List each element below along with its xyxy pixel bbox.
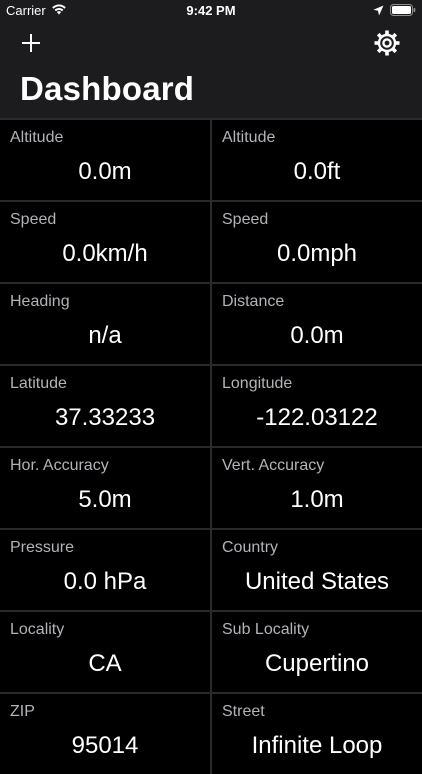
- tile-value: 0.0 hPa: [63, 568, 147, 595]
- status-right: [373, 4, 416, 19]
- tile-zip[interactable]: ZIP 95014: [0, 694, 210, 774]
- tile-label: Distance: [222, 293, 285, 310]
- tile-label: Street: [222, 703, 265, 720]
- tile-value: 0.0mph: [276, 240, 358, 267]
- tile-value: Infinite Loop: [251, 732, 383, 759]
- tile-label: Heading: [10, 293, 70, 310]
- tile-speed-mph[interactable]: Speed 0.0mph: [212, 202, 422, 282]
- tile-heading[interactable]: Heading n/a: [0, 284, 210, 364]
- tile-value: CA: [88, 650, 122, 677]
- tile-latitude[interactable]: Latitude 37.33233: [0, 366, 210, 446]
- tile-label: Speed: [222, 211, 269, 228]
- tile-label: Altitude: [222, 129, 276, 146]
- tile-value: 37.33233: [54, 404, 156, 431]
- tile-speed-kmh[interactable]: Speed 0.0km/h: [0, 202, 210, 282]
- status-time: 9:42 PM: [186, 3, 236, 18]
- tile-label: Speed: [10, 211, 57, 228]
- tile-locality[interactable]: Locality CA: [0, 612, 210, 692]
- tile-country[interactable]: Country United States: [212, 530, 422, 610]
- tile-pressure[interactable]: Pressure 0.0 hPa: [0, 530, 210, 610]
- tile-vertical-accuracy[interactable]: Vert. Accuracy 1.0m: [212, 448, 422, 528]
- tile-label: Hor. Accuracy: [10, 457, 109, 474]
- tile-value: -122.03122: [256, 404, 378, 431]
- add-button[interactable]: [18, 32, 44, 58]
- tile-value: 0.0km/h: [62, 240, 148, 267]
- tile-label: Pressure: [10, 539, 75, 556]
- tile-value: 5.0m: [78, 486, 132, 513]
- tile-value: 0.0m: [78, 158, 132, 185]
- tile-label: Altitude: [10, 129, 64, 146]
- tile-label: Country: [222, 539, 279, 556]
- metrics-grid: Altitude 0.0m Altitude 0.0ft Speed 0.0km…: [0, 118, 422, 774]
- plus-icon: [21, 33, 41, 58]
- tile-label: Latitude: [10, 375, 67, 392]
- tile-value: n/a: [88, 322, 122, 349]
- location-arrow-icon: [373, 4, 384, 19]
- navigation-bar: Dashboard: [0, 22, 422, 118]
- tile-value: United States: [244, 568, 390, 595]
- tile-label: Sub Locality: [222, 621, 310, 638]
- battery-icon: [390, 4, 416, 19]
- tile-value: 0.0m: [290, 322, 344, 349]
- settings-button[interactable]: [372, 30, 402, 60]
- tile-value: 1.0m: [290, 486, 344, 513]
- tile-label: Vert. Accuracy: [222, 457, 325, 474]
- tile-value: 0.0ft: [293, 158, 341, 185]
- tile-longitude[interactable]: Longitude -122.03122: [212, 366, 422, 446]
- status-bar: Carrier 9:42 PM: [0, 0, 422, 22]
- tile-label: Locality: [10, 621, 65, 638]
- tile-label: ZIP: [10, 703, 35, 720]
- tile-horizontal-accuracy[interactable]: Hor. Accuracy 5.0m: [0, 448, 210, 528]
- tile-altitude-meters[interactable]: Altitude 0.0m: [0, 120, 210, 200]
- gear-icon: [373, 29, 401, 62]
- tile-altitude-feet[interactable]: Altitude 0.0ft: [212, 120, 422, 200]
- tile-value: 95014: [71, 732, 139, 759]
- tile-distance[interactable]: Distance 0.0m: [212, 284, 422, 364]
- tile-sub-locality[interactable]: Sub Locality Cupertino: [212, 612, 422, 692]
- page-title: Dashboard: [20, 70, 195, 107]
- tile-label: Longitude: [222, 375, 293, 392]
- tile-street[interactable]: Street Infinite Loop: [212, 694, 422, 774]
- tile-value: Cupertino: [264, 650, 370, 677]
